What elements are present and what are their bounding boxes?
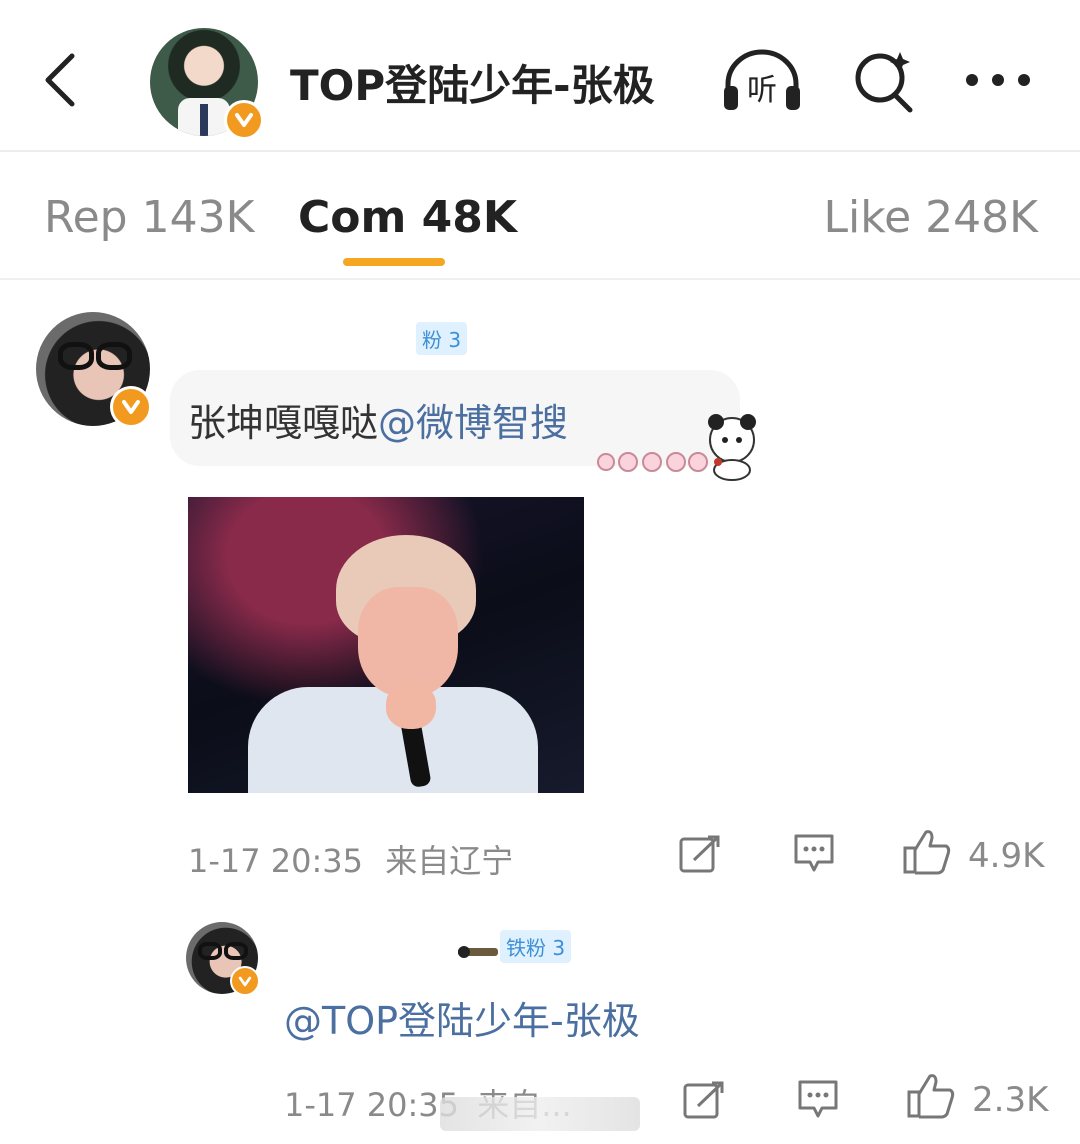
comment-body: 张坤嘎嘎哒 [188, 401, 379, 445]
search-icon[interactable] [850, 46, 916, 114]
more-options-icon[interactable] [962, 70, 1034, 90]
comment-timestamp: 1-17 20:35 [188, 842, 364, 880]
comment-location: 来自辽宁 [385, 842, 514, 880]
reply-avatar-glasses-right [224, 942, 248, 960]
svg-text:听: 听 [747, 73, 777, 108]
comment-text[interactable]: 张坤嘎嘎哒@微博智搜 [188, 392, 568, 447]
reply-comment-icon[interactable] [796, 1078, 840, 1122]
tab-comments[interactable]: Com 48K [298, 192, 517, 243]
interaction-tabs: Rep 143K Com 48K Like 248K [0, 150, 1080, 280]
avatar-tie [200, 104, 208, 136]
comment-mention-link[interactable]: @微博智搜 [378, 401, 568, 445]
avatar-glasses-right [96, 342, 132, 370]
headphones-listen-icon[interactable]: 听 [720, 46, 804, 114]
top-nav-bar: TOP登陆少年-张极 听 [0, 0, 1080, 152]
like-thumb-icon[interactable] [902, 828, 952, 876]
photo-figure-hand [386, 683, 436, 729]
comment-icon[interactable] [792, 832, 836, 876]
reply-fan-level-badge: 铁粉 3 [500, 930, 572, 963]
reply-sticker-icon [458, 946, 498, 958]
tab-likes[interactable]: Like 248K [823, 192, 1038, 243]
reply-mention-link[interactable]: @TOP登陆少年-张极 [284, 990, 640, 1045]
reply-repost-icon[interactable] [682, 1080, 726, 1120]
comment-meta: 1-17 20:35 来自辽宁 [188, 836, 513, 882]
account-title[interactable]: TOP登陆少年-张极 [290, 52, 655, 113]
panda-sticker-icon [597, 414, 756, 481]
reply-avatar-glasses-left [198, 942, 222, 960]
repost-icon[interactable] [678, 834, 722, 874]
back-arrow-icon[interactable] [40, 50, 80, 110]
verified-badge-icon [224, 100, 264, 140]
avatar-glasses-left [58, 342, 94, 370]
photo-figure-face [358, 587, 458, 697]
comment-photo[interactable] [188, 497, 584, 793]
reply-like-count: 2.3K [972, 1080, 1049, 1120]
tab-reposts[interactable]: Rep 143K [44, 192, 254, 243]
fan-level-badge: 粉 3 [416, 322, 468, 355]
reply-like-thumb-icon[interactable] [906, 1072, 956, 1120]
comment-like-count: 4.9K [968, 836, 1045, 876]
watermark-overlay [440, 1097, 640, 1131]
commenter-verified-icon [110, 386, 152, 428]
reply-timestamp: 1-17 20:35 [284, 1086, 460, 1124]
reply-verified-icon [230, 966, 260, 996]
active-tab-indicator [343, 258, 445, 266]
